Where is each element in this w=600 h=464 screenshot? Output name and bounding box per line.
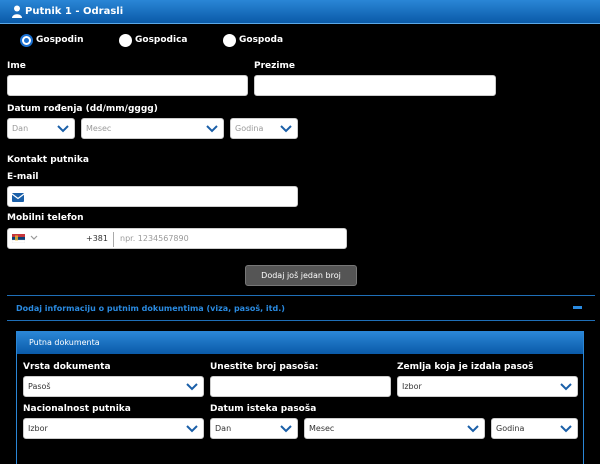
nationality-select[interactable]: Izbor bbox=[23, 418, 204, 439]
select-value: Dan bbox=[12, 124, 29, 133]
select-value: Dan bbox=[215, 424, 232, 433]
traveler-header: Putnik 1 - Odrasli bbox=[0, 0, 600, 24]
select-value: Godina bbox=[496, 424, 525, 433]
chevron-down-icon bbox=[186, 383, 198, 391]
chevron-down-icon bbox=[560, 425, 572, 433]
radio-checked-icon[interactable] bbox=[20, 33, 33, 47]
traveler-title: Putnik 1 - Odrasli bbox=[25, 6, 124, 17]
doc-type-label: Vrsta dokumenta bbox=[23, 362, 111, 372]
doc-type-select[interactable]: Pasoš bbox=[23, 376, 204, 397]
chevron-down-icon bbox=[206, 125, 218, 133]
last-name-input[interactable] bbox=[254, 75, 496, 96]
chevron-down-icon[interactable] bbox=[30, 235, 38, 241]
chevron-down-icon bbox=[57, 125, 69, 133]
expiry-month-select[interactable]: Mesec bbox=[304, 418, 485, 439]
phone-label: Mobilni telefon bbox=[7, 213, 84, 223]
phone-placeholder: npr. 1234567890 bbox=[120, 234, 189, 243]
nationality-label: Nacionalnost putnika bbox=[23, 404, 131, 414]
first-name-input[interactable] bbox=[7, 75, 248, 96]
email-label: E-mail bbox=[7, 172, 39, 182]
dob-month-select[interactable]: Mesec bbox=[81, 118, 224, 139]
radio-unchecked-icon[interactable] bbox=[223, 33, 236, 47]
add-number-button[interactable]: Dodaj još jedan broj bbox=[245, 265, 357, 286]
radio-gospoda[interactable]: Gospoda bbox=[223, 33, 283, 47]
expiry-day-select[interactable]: Dan bbox=[210, 418, 298, 439]
dob-label: Datum rođenja (dd/mm/gggg) bbox=[7, 104, 158, 114]
divider bbox=[7, 295, 595, 296]
last-name-label: Prezime bbox=[254, 61, 295, 71]
email-input[interactable] bbox=[7, 186, 298, 207]
collapse-icon[interactable] bbox=[573, 306, 582, 309]
dob-day-select[interactable]: Dan bbox=[7, 118, 75, 139]
radio-label: Gospoda bbox=[239, 35, 284, 45]
select-value: Pasoš bbox=[28, 382, 51, 391]
expiry-year-select[interactable]: Godina bbox=[491, 418, 578, 439]
radio-gospodin[interactable]: Gospodin bbox=[20, 33, 84, 47]
divider bbox=[113, 232, 114, 247]
documents-panel-title: Putna dokumenta bbox=[29, 338, 100, 347]
passport-number-label: Unestite broj pasoša: bbox=[210, 362, 319, 372]
radio-unchecked-icon[interactable] bbox=[119, 33, 132, 47]
select-value: Izbor bbox=[28, 424, 48, 433]
serbia-flag-icon[interactable] bbox=[12, 234, 25, 243]
chevron-down-icon bbox=[467, 425, 479, 433]
select-value: Godina bbox=[235, 124, 264, 133]
first-name-label: Ime bbox=[7, 61, 26, 71]
radio-label: Gospodin bbox=[36, 35, 84, 45]
expiry-label: Datum isteka pasoša bbox=[210, 404, 317, 414]
chevron-down-icon bbox=[280, 425, 292, 433]
select-value: Izbor bbox=[402, 382, 422, 391]
phone-input[interactable]: +381 npr. 1234567890 bbox=[7, 228, 347, 249]
radio-gospodica[interactable]: Gospodica bbox=[119, 33, 188, 47]
issuing-country-label: Zemlja koja je izdala pasoš bbox=[397, 362, 534, 372]
chevron-down-icon bbox=[186, 425, 198, 433]
radio-label: Gospodica bbox=[135, 35, 188, 45]
chevron-down-icon bbox=[280, 125, 292, 133]
phone-country-code: +381 bbox=[86, 234, 108, 243]
documents-panel-header: Putna dokumenta bbox=[17, 332, 583, 354]
documents-panel: Putna dokumenta bbox=[16, 331, 584, 464]
dob-year-select[interactable]: Godina bbox=[230, 118, 298, 139]
issuing-country-select[interactable]: Izbor bbox=[397, 376, 578, 397]
select-value: Mesec bbox=[309, 424, 335, 433]
select-value: Mesec bbox=[86, 124, 112, 133]
user-icon bbox=[12, 5, 22, 18]
documents-toggle-link[interactable]: Dodaj informaciju o putnim dokumentima (… bbox=[16, 304, 285, 313]
envelope-icon bbox=[11, 193, 25, 202]
passport-number-input[interactable] bbox=[210, 376, 391, 397]
chevron-down-icon bbox=[560, 383, 572, 391]
contact-section-label: Kontakt putnika bbox=[7, 155, 89, 165]
divider bbox=[7, 320, 595, 321]
